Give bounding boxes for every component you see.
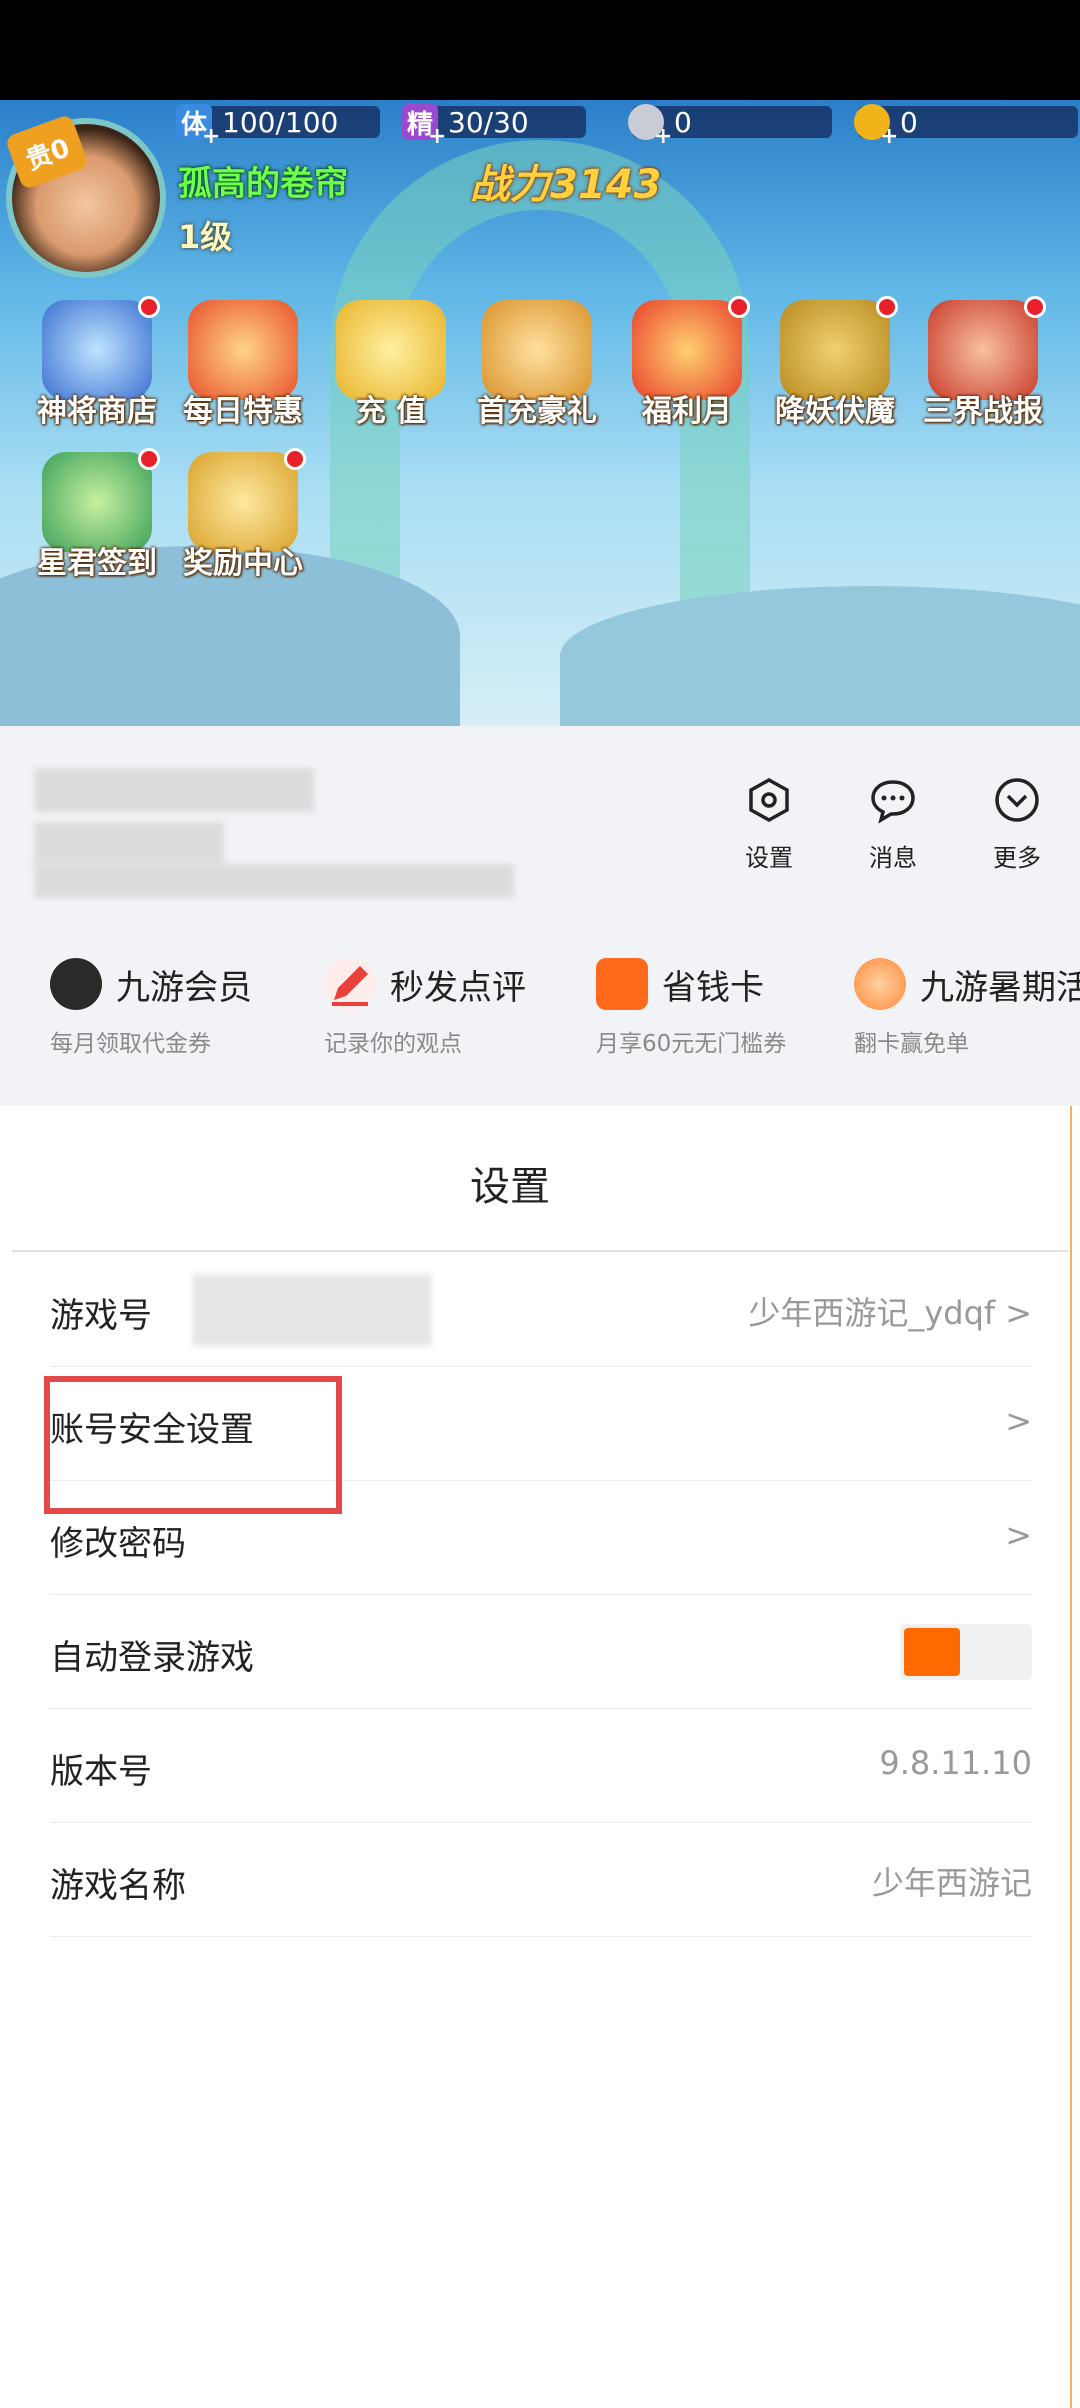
player-avatar[interactable]: 贵0 xyxy=(4,113,166,278)
more-button[interactable]: 更多 xyxy=(972,776,1062,873)
tool-label: 更多 xyxy=(993,844,1041,872)
chat-bubble-icon xyxy=(871,780,915,824)
energy-stat[interactable]: 精 + 30/30 xyxy=(402,104,586,149)
auto-login-row: 自动登录游戏 xyxy=(50,1594,1032,1709)
game-screen: 贵0 体 + 100/100 精 + 30/30 + 0 + 0 孤高的卷帘 1… xyxy=(0,100,1080,726)
silver-value: 0 xyxy=(674,105,692,139)
status-bar xyxy=(0,0,1080,100)
row-label: 游戏号 xyxy=(50,1296,152,1336)
sheet-title: 设置 xyxy=(470,1164,550,1210)
gold-stat[interactable]: + 0 xyxy=(854,104,1078,149)
game-id-row[interactable]: 游戏号 少年西游记_ydqf > xyxy=(50,1252,1032,1367)
chevron-right-icon: > xyxy=(1005,1294,1032,1332)
notification-dot xyxy=(138,296,160,318)
card-title: 省钱卡 xyxy=(662,968,764,1008)
battle-report-button[interactable]: 三界战报 xyxy=(918,296,1048,450)
gold-chest-icon xyxy=(482,300,592,400)
toggle-knob xyxy=(904,1628,960,1676)
reward-center-button[interactable]: 奖励中心 xyxy=(178,448,308,602)
stamina-stat[interactable]: 体 + 100/100 xyxy=(176,104,380,149)
card-subtitle: 月享60元无门槛券 xyxy=(596,1031,787,1057)
redacted-game-id xyxy=(192,1274,432,1346)
row-value: 少年西游记 xyxy=(871,1864,1032,1902)
signin-board-icon xyxy=(42,452,152,552)
icon-label: 奖励中心 xyxy=(183,546,303,581)
hexagon-settings-icon xyxy=(749,777,789,823)
notification-dot xyxy=(876,296,898,318)
daily-deal-button[interactable]: 每日特惠 xyxy=(178,300,308,450)
player-level: 1级 xyxy=(178,218,233,256)
reward-chest-icon xyxy=(188,452,298,552)
icon-label: 首充豪礼 xyxy=(477,394,597,429)
redacted-username xyxy=(34,768,314,812)
icon-label: 充 值 xyxy=(355,394,427,429)
first-recharge-gift-button[interactable]: 首充豪礼 xyxy=(472,300,602,450)
redacted-info xyxy=(34,864,514,898)
version-row: 版本号 9.8.11.10 xyxy=(50,1708,1032,1823)
tool-label: 设置 xyxy=(745,844,793,872)
row-label: 自动登录游戏 xyxy=(50,1638,254,1678)
silver-stat[interactable]: + 0 xyxy=(628,104,832,149)
stamina-value: 100/100 xyxy=(222,105,339,139)
shop-icon xyxy=(42,300,152,400)
user-profile-panel: 设置 消息 更多 九游会员 每月领取代金券 秒发点评 记录你的观点 省钱卡 月享… xyxy=(0,726,1080,1106)
icon-label: 福利月 xyxy=(642,394,732,429)
recharge-button[interactable]: 充 值 xyxy=(326,300,456,450)
row-label: 游戏名称 xyxy=(50,1866,186,1906)
chevron-right-icon: > xyxy=(1005,1402,1032,1440)
row-label: 版本号 xyxy=(50,1752,152,1792)
icon-label: 神将商店 xyxy=(37,394,157,429)
combat-power: 战力3143 xyxy=(470,162,662,208)
scroll-icon xyxy=(928,300,1038,400)
messages-button[interactable]: 消息 xyxy=(848,776,938,873)
icon-label: 三界战报 xyxy=(923,394,1043,429)
player-name: 孤高的卷帘 xyxy=(178,164,348,204)
plus-icon: + xyxy=(880,124,899,149)
chevron-right-icon: > xyxy=(1005,1516,1032,1554)
energy-value: 30/30 xyxy=(448,105,529,139)
plus-icon: + xyxy=(428,124,447,149)
row-value: 9.8.11.10 xyxy=(879,1744,1032,1782)
card-subtitle: 翻卡赢免单 xyxy=(854,1031,969,1057)
game-name-row: 游戏名称 少年西游记 xyxy=(50,1822,1032,1937)
highlight-box xyxy=(44,1376,342,1514)
icon-label: 降妖伏魔 xyxy=(775,394,895,429)
row-label: 修改密码 xyxy=(50,1524,186,1564)
card-title: 秒发点评 xyxy=(390,968,526,1008)
demon-subdue-button[interactable]: 降妖伏魔 xyxy=(770,296,900,450)
settings-button[interactable]: 设置 xyxy=(724,776,814,873)
notification-dot xyxy=(1024,296,1046,318)
icon-label: 星君签到 xyxy=(37,546,157,581)
plus-icon: + xyxy=(202,124,221,149)
welfare-month-button[interactable]: 福利月 xyxy=(622,296,752,450)
settings-sheet: 设置 游戏号 少年西游记_ydqf > 账号安全设置 > 修改密码 > 自动登录游… xyxy=(0,1106,1072,2408)
gift-icon xyxy=(632,300,742,400)
gift-box-icon xyxy=(188,300,298,400)
chevron-circle-icon xyxy=(995,778,1039,822)
card-title: 九游暑期活 xyxy=(920,968,1080,1008)
plus-icon: + xyxy=(654,124,673,149)
card-subtitle: 记录你的观点 xyxy=(324,1031,462,1057)
card-icon xyxy=(596,958,648,1010)
pen-icon xyxy=(324,958,376,1010)
card-subtitle: 每月领取代金券 xyxy=(50,1031,211,1057)
icon-label: 每日特惠 xyxy=(183,394,303,429)
notification-dot xyxy=(284,448,306,470)
crown-icon xyxy=(50,958,102,1010)
vip-badge: 贵0 xyxy=(4,113,90,191)
auto-login-toggle[interactable] xyxy=(900,1624,1032,1680)
star-signin-button[interactable]: 星君签到 xyxy=(32,448,162,602)
card-title: 九游会员 xyxy=(116,968,252,1008)
gold-value: 0 xyxy=(900,105,918,139)
redacted-id xyxy=(34,822,224,866)
notification-dot xyxy=(138,448,160,470)
game-mascot-icon xyxy=(854,958,906,1010)
notification-dot xyxy=(728,296,750,318)
treasure-chest-icon xyxy=(336,300,446,400)
resource-bar: 体 + 100/100 精 + 30/30 + 0 + 0 xyxy=(170,100,1080,149)
row-value: 少年西游记_ydqf xyxy=(748,1294,996,1332)
demon-icon xyxy=(780,300,890,400)
god-general-shop-button[interactable]: 神将商店 xyxy=(32,296,162,450)
tool-label: 消息 xyxy=(869,844,917,872)
